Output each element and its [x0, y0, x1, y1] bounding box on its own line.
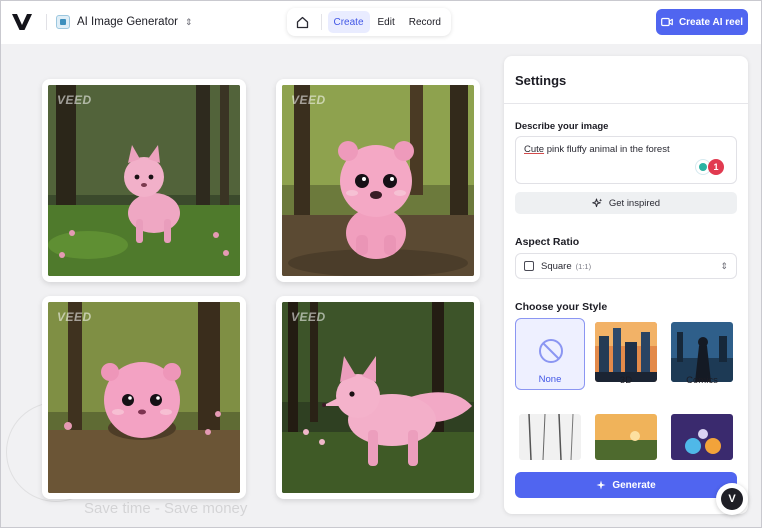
get-inspired-button[interactable]: Get inspired [515, 192, 737, 214]
background-slogan: Save time - Save money [84, 500, 248, 517]
veed-watermark: VEED [291, 93, 326, 107]
generated-image-3[interactable]: VEED [42, 296, 246, 499]
header-divider [46, 14, 47, 30]
comics-thumbnail [671, 322, 733, 382]
tab-edit[interactable]: Edit [372, 11, 401, 33]
pink-bear-forest-image [282, 85, 474, 276]
none-style-icon [539, 339, 563, 363]
settings-title: Settings [515, 73, 567, 88]
mode-switcher: Create Edit Record [287, 8, 451, 36]
sparkle-icon [596, 480, 606, 490]
prompt-first-word: Cute [524, 144, 545, 155]
style-option-3d[interactable]: 3D [591, 318, 661, 390]
video-camera-icon [661, 17, 673, 27]
generated-image-2[interactable]: VEED [276, 79, 480, 282]
veed-watermark: VEED [57, 93, 92, 107]
grammar-badges[interactable]: 1 [695, 159, 724, 175]
landscape-style-thumbnail[interactable] [595, 414, 657, 460]
sketch-style-thumbnail[interactable] [519, 414, 581, 460]
settings-divider [504, 103, 748, 104]
prompt-textarea[interactable]: Cute pink fluffy animal in the forest 1 [515, 136, 737, 184]
pink-creature-forest-image [48, 85, 240, 276]
tab-create[interactable]: Create [327, 11, 370, 33]
veed-logo-icon[interactable] [12, 13, 32, 31]
mode-divider [320, 14, 322, 30]
cartoon-style-thumbnail[interactable] [671, 414, 733, 460]
project-switcher[interactable]: AI Image Generator ⇕ [56, 12, 193, 32]
get-inspired-label: Get inspired [608, 197, 661, 209]
aspect-ratio-select[interactable]: Square (1:1) ⇕ [515, 253, 737, 279]
style-label: Choose your Style [515, 301, 608, 313]
home-button[interactable] [291, 11, 315, 33]
veed-watermark: VEED [57, 310, 92, 324]
create-ai-reel-label: Create AI reel [678, 16, 744, 28]
tab-record[interactable]: Record [403, 11, 447, 33]
veed-watermark: VEED [291, 310, 326, 324]
generate-label: Generate [612, 479, 656, 491]
home-icon [297, 16, 309, 28]
style-name: 3D [619, 375, 633, 386]
pink-fox-forest-image [282, 302, 474, 493]
image-generator-icon [56, 15, 70, 29]
style-option-comics[interactable]: Comics [667, 318, 737, 390]
generated-image-1[interactable]: VEED [42, 79, 246, 282]
style-name: Comics [686, 375, 718, 386]
style-option-none[interactable]: None [515, 318, 585, 390]
square-icon [524, 261, 534, 271]
prompt-label: Describe your image [515, 121, 609, 132]
chevron-up-down-icon: ⇕ [720, 260, 728, 271]
grammar-count-badge: 1 [708, 159, 724, 175]
top-bar: AI Image Generator ⇕ Create Edit Record … [0, 0, 762, 44]
style-name: None [538, 374, 562, 385]
generated-image-4[interactable]: VEED [276, 296, 480, 499]
aspect-ratio-value: Square [541, 260, 572, 272]
3d-city-thumbnail [595, 322, 657, 382]
project-name: AI Image Generator [77, 16, 178, 28]
veed-chat-icon: V [721, 488, 743, 510]
settings-panel: Settings Describe your image Cute pink f… [504, 56, 748, 514]
help-chat-button[interactable]: V [716, 483, 748, 515]
prompt-text: pink fluffy animal in the forest [544, 144, 670, 155]
aspect-ratio-detail: (1:1) [575, 261, 592, 271]
pink-fluffball-forest-image [48, 302, 240, 493]
sparkle-icon [592, 198, 603, 207]
aspect-ratio-label: Aspect Ratio [515, 236, 580, 248]
generate-button[interactable]: Generate [515, 472, 737, 498]
chevron-up-down-icon: ⇕ [185, 16, 193, 27]
create-ai-reel-button[interactable]: Create AI reel [656, 9, 748, 35]
